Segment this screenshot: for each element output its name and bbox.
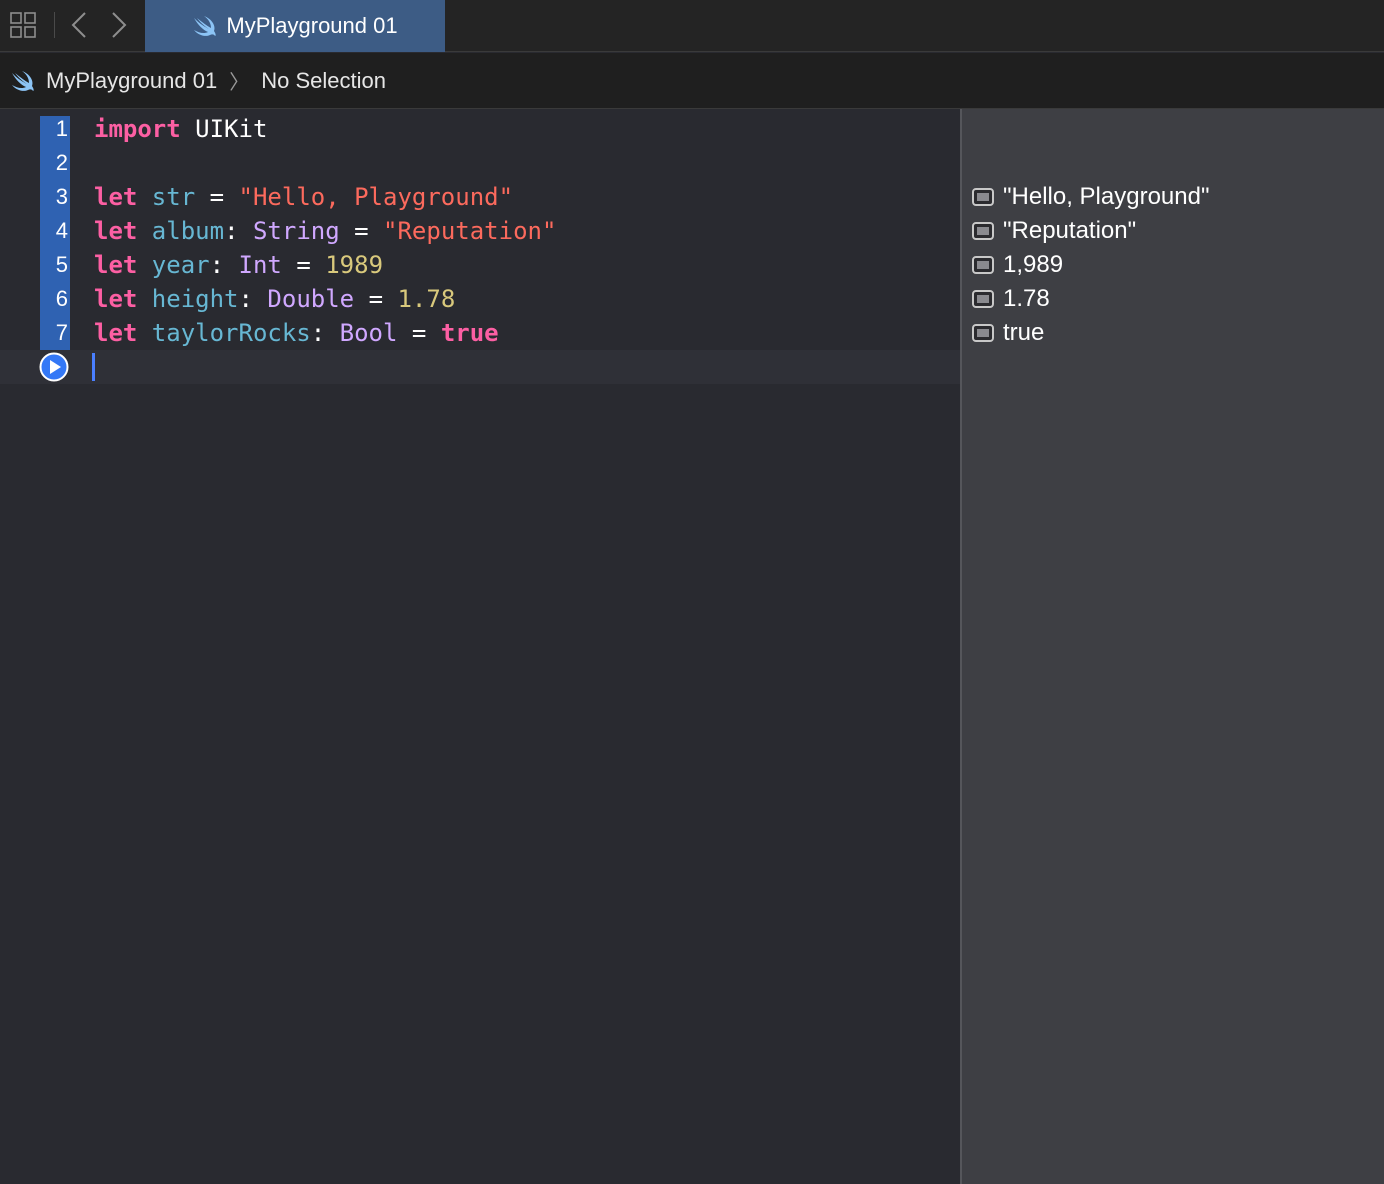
code-token: String — [252, 217, 340, 245]
swift-icon — [194, 16, 217, 36]
quick-look-icon[interactable] — [972, 222, 994, 240]
code-token: height — [137, 285, 239, 313]
line-number: 7 — [55, 320, 68, 345]
result-value: "Reputation" — [1003, 217, 1137, 244]
swift-icon — [12, 70, 34, 91]
line-number: 3 — [55, 184, 68, 209]
code-text: let year: Int = 1989 — [94, 248, 383, 282]
code-token: let — [94, 251, 138, 279]
code-token: "Hello, Playground" — [238, 183, 514, 211]
breadcrumb-file[interactable]: MyPlayground 01 — [46, 68, 217, 94]
line-number: 5 — [55, 252, 68, 277]
grid-icon[interactable] — [9, 11, 37, 39]
code-token: true — [440, 319, 499, 347]
run-icon[interactable] — [39, 352, 69, 382]
code-text: let str = "Hello, Playground" — [94, 180, 513, 214]
code-line[interactable]: 2 — [0, 146, 960, 180]
result-item[interactable]: 1,989 — [972, 248, 1063, 282]
code-line[interactable]: 5 let year: Int = 1989 — [0, 248, 960, 282]
result-item[interactable]: true — [972, 316, 1044, 350]
tab-label: MyPlayground 01 — [226, 13, 398, 38]
current-line-highlight — [0, 350, 960, 384]
result-value: true — [1003, 319, 1045, 346]
code-token: 1.78 — [397, 285, 456, 313]
code-token: let — [94, 183, 138, 211]
line-number: 2 — [55, 150, 68, 175]
back-chevron-icon[interactable] — [68, 10, 92, 40]
code-token: = — [195, 183, 239, 211]
result-item[interactable]: "Hello, Playground" — [972, 180, 1209, 214]
result-value: "Hello, Playground" — [1003, 183, 1210, 210]
quick-look-icon[interactable] — [972, 290, 994, 308]
line-number: 1 — [55, 116, 68, 141]
result-value: 1.78 — [1003, 285, 1050, 312]
code-token: = — [354, 285, 398, 313]
quick-look-icon[interactable] — [972, 188, 994, 206]
code-token: Int — [238, 251, 282, 279]
breadcrumb-chevron: 〉 — [229, 72, 250, 94]
code-text: import UIKit — [94, 112, 267, 146]
results-sidebar: "Hello, Playground" "Reputation" 1,989 1.78… — [960, 109, 1384, 1184]
jump-bar: MyPlayground 01 〉 No Selection — [0, 53, 1384, 109]
result-item[interactable]: "Reputation" — [972, 214, 1136, 248]
code-token: Bool — [339, 319, 398, 347]
code-token: album — [137, 217, 225, 245]
code-line[interactable]: 7 let taylorRocks: Bool = true — [0, 316, 960, 350]
code-line[interactable]: 1 import UIKit — [0, 112, 960, 146]
code-token: let — [94, 285, 138, 313]
code-token: 1989 — [325, 251, 384, 279]
code-token: Double — [267, 285, 355, 313]
quick-look-icon[interactable] — [972, 256, 994, 274]
code-text: let height: Double = 1.78 — [94, 282, 455, 316]
code-token: let — [94, 217, 138, 245]
code-token: : — [209, 251, 239, 279]
code-token: UIKit — [180, 115, 268, 143]
code-text: let taylorRocks: Bool = true — [94, 316, 499, 350]
result-item[interactable]: 1.78 — [972, 282, 1050, 316]
code-token: let — [94, 319, 138, 347]
code-token: = — [339, 217, 384, 245]
code-token: str — [137, 183, 196, 211]
tab-bar: MyPlayground 01 — [0, 0, 1384, 52]
code-token: import — [94, 115, 181, 143]
result-value: 1,989 — [1003, 251, 1064, 278]
code-token: taylorRocks — [137, 319, 311, 347]
code-line[interactable]: 3 let str = "Hello, Playground" — [0, 180, 960, 214]
code-token: : — [238, 285, 268, 313]
code-token: : — [310, 319, 340, 347]
breadcrumb-selection[interactable]: No Selection — [261, 68, 386, 94]
text-cursor — [92, 353, 95, 381]
code-token: : — [224, 217, 253, 245]
forward-chevron-icon[interactable] — [106, 10, 130, 40]
code-token: = — [281, 251, 326, 279]
quick-look-icon[interactable] — [972, 324, 994, 342]
toolbar-divider — [54, 12, 55, 38]
line-number: 4 — [55, 218, 68, 243]
code-token: "Reputation" — [383, 217, 557, 245]
code-line[interactable]: 6 let height: Double = 1.78 — [0, 282, 960, 316]
code-text: let album: String = "Reputation" — [94, 214, 556, 248]
code-token: = — [397, 319, 441, 347]
code-line[interactable]: 4 let album: String = "Reputation" — [0, 214, 960, 248]
code-token: year — [137, 251, 210, 279]
tab-myplayground[interactable]: MyPlayground 01 — [145, 0, 445, 52]
code-editor[interactable]: 1 import UIKit 2 3 let str = "Hello, Playgro… — [0, 109, 960, 1184]
line-number: 6 — [55, 286, 68, 311]
